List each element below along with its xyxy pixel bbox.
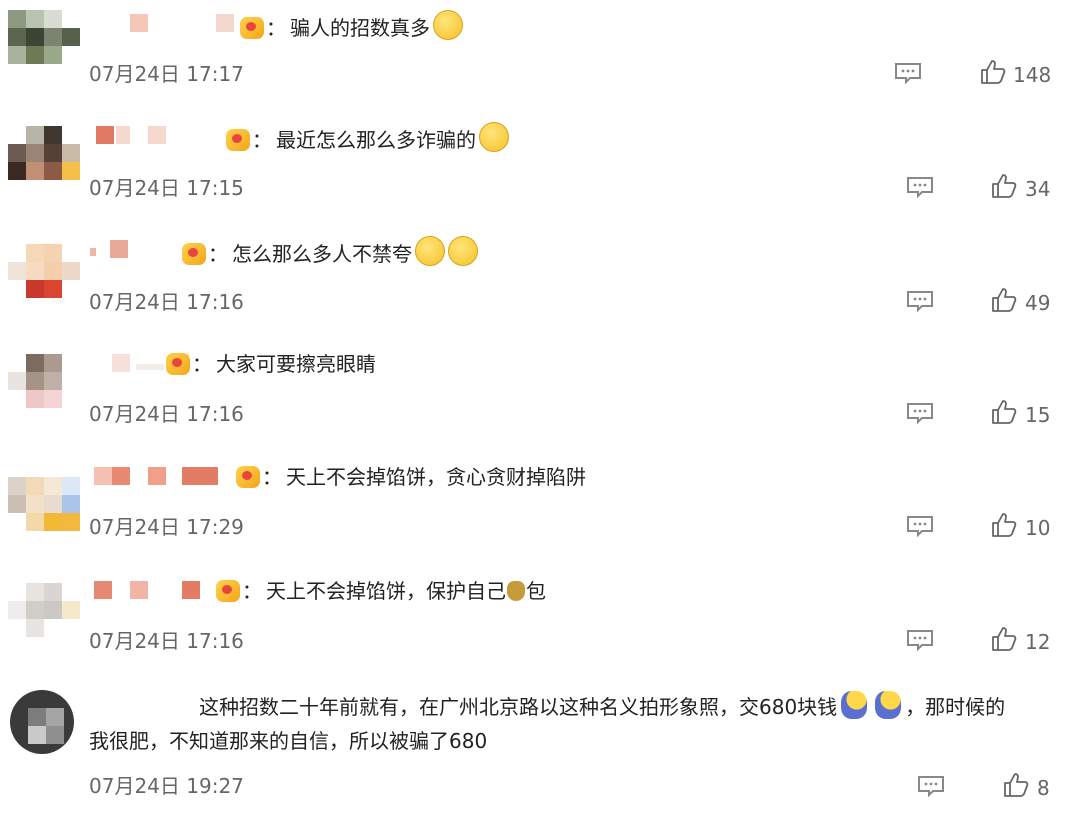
reply-icon[interactable] xyxy=(906,515,934,537)
like-icon[interactable] xyxy=(991,287,1017,313)
comment-content: ：大家可要擦亮眼睛 xyxy=(166,350,376,378)
comment-item: ：最近怎么那么多诈骗的 07月24日 17:15 34 xyxy=(0,122,1080,222)
comment-text: 天上不会掉馅饼，贪心贪财掉陷阱 xyxy=(286,465,586,489)
comment-time: 07月24日 17:16 xyxy=(89,629,244,653)
thumbs-up-emoji-icon xyxy=(841,691,868,719)
comment-text-cont: ，那时候的 xyxy=(905,695,1006,719)
sweat-smile-emoji-icon xyxy=(433,10,463,40)
like-count: 15 xyxy=(1025,403,1051,427)
avatar[interactable] xyxy=(8,126,80,196)
avatar[interactable] xyxy=(8,244,80,314)
like-icon[interactable] xyxy=(980,59,1006,85)
comment-text-line2: 我很肥，不知道那来的自信，所以被骗了680 xyxy=(89,729,488,753)
comment-content: ：天上不会掉馅饼，保护自己包 xyxy=(216,577,546,605)
reply-icon[interactable] xyxy=(906,402,934,424)
like-icon[interactable] xyxy=(991,173,1017,199)
comment-text: 天上不会掉馅饼，保护自己 xyxy=(266,579,506,603)
comment-item: ：天上不会掉馅饼，保护自己包 07月24日 17:16 12 xyxy=(0,577,1080,677)
avatar[interactable] xyxy=(10,690,74,754)
comment-time: 07月24日 19:27 xyxy=(89,774,244,798)
like-icon[interactable] xyxy=(991,399,1017,425)
comment-time: 07月24日 17:17 xyxy=(89,62,244,86)
comment-time: 07月24日 17:16 xyxy=(89,290,244,314)
comment-content: ：天上不会掉馅饼，贪心贪财掉陷阱 xyxy=(236,463,586,491)
like-count: 49 xyxy=(1025,291,1051,315)
reply-icon[interactable] xyxy=(917,775,945,797)
username-blurred[interactable] xyxy=(90,581,220,601)
like-icon[interactable] xyxy=(991,626,1017,652)
comment-item: ：骗人的招数真多 07月24日 17:17 148 xyxy=(0,10,1080,110)
fan-badge-icon xyxy=(166,353,190,375)
avatar[interactable] xyxy=(8,583,80,653)
comment-text: 这种招数二十年前就有，在广州北京路以这种名义拍形象照，交680块钱 xyxy=(199,695,838,719)
like-count: 10 xyxy=(1025,516,1051,540)
fan-badge-icon xyxy=(240,17,264,39)
reply-icon[interactable] xyxy=(906,290,934,312)
comment-text: 大家可要擦亮眼睛 xyxy=(216,352,376,376)
comment-time: 07月24日 17:16 xyxy=(89,402,244,426)
reply-icon[interactable] xyxy=(906,629,934,651)
like-count: 12 xyxy=(1025,630,1051,654)
fan-badge-icon xyxy=(182,243,206,265)
avatar[interactable] xyxy=(8,10,80,80)
comment-item: ：天上不会掉馅饼，贪心贪财掉陷阱 07月24日 17:29 10 xyxy=(0,463,1080,563)
reply-icon[interactable] xyxy=(906,176,934,198)
comment-text: 骗人的招数真多 xyxy=(290,16,430,40)
comment-item: 这种招数二十年前就有，在广州北京路以这种名义拍形象照，交680块钱 ，那时候的 我… xyxy=(0,690,1080,820)
pray-emoji-icon xyxy=(448,236,478,266)
crying-emoji-icon xyxy=(479,122,509,152)
comment-item: ：大家可要擦亮眼睛 07月24日 17:16 15 xyxy=(0,350,1080,450)
comment-text-end: 包 xyxy=(526,579,546,603)
fan-badge-icon xyxy=(226,129,250,151)
like-count: 148 xyxy=(1013,63,1052,87)
like-count: 8 xyxy=(1037,776,1050,800)
money-bag-icon xyxy=(507,581,525,601)
avatar[interactable] xyxy=(8,477,80,547)
comment-text: 最近怎么那么多诈骗的 xyxy=(276,128,476,152)
fan-badge-icon xyxy=(236,466,260,488)
avatar[interactable] xyxy=(8,354,78,424)
like-count: 34 xyxy=(1025,177,1051,201)
comment-time: 07月24日 17:15 xyxy=(89,176,244,200)
comment-time: 07月24日 17:29 xyxy=(89,515,244,539)
username-blurred[interactable] xyxy=(90,467,240,487)
like-icon[interactable] xyxy=(1003,772,1029,798)
comment-content: ：最近怎么那么多诈骗的 xyxy=(226,122,509,154)
comment-item: ：怎么那么多人不禁夸 07月24日 17:16 49 xyxy=(0,236,1080,336)
like-icon[interactable] xyxy=(991,512,1017,538)
comment-content: ：骗人的招数真多 xyxy=(240,10,463,42)
eye-roll-emoji-icon xyxy=(415,236,445,266)
comment-text: 怎么那么多人不禁夸 xyxy=(232,242,412,266)
comment-content: 这种招数二十年前就有，在广州北京路以这种名义拍形象照，交680块钱 ，那时候的 我… xyxy=(89,690,1059,758)
comment-content: ：怎么那么多人不禁夸 xyxy=(182,236,478,268)
thumbs-up-emoji-icon xyxy=(875,691,902,719)
reply-icon[interactable] xyxy=(894,62,922,84)
fan-badge-icon xyxy=(216,580,240,602)
